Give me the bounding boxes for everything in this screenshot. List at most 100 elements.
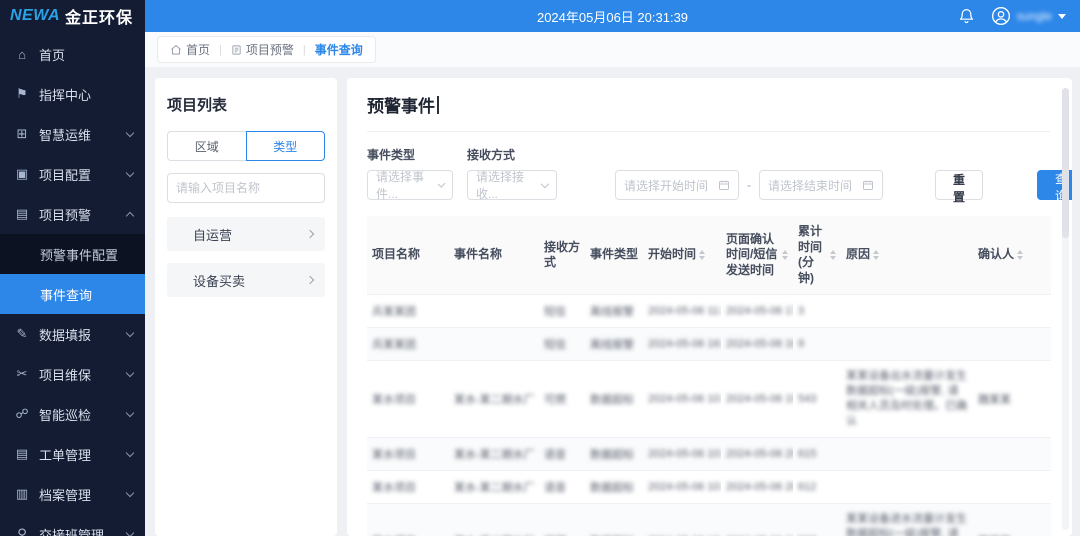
table-row-3: 某水项目某水-某二期水厂可燃数据超标2024-05-06 10:172024-0… <box>367 361 1051 437</box>
redacted-text: 3 <box>798 305 804 317</box>
cell-project: 兵某某团 <box>367 295 449 328</box>
redacted-text: 某某设备出水流量计发生数据超标(一级)报警, 请相关人员及时处理。已确认 <box>846 370 967 427</box>
sidebar-item-2[interactable]: ⚑指挥中心 <box>0 74 145 114</box>
bell-icon[interactable] <box>958 7 975 25</box>
range-separator: - <box>747 178 751 192</box>
column-label: 开始时间 <box>648 247 696 263</box>
tree-item-label: 自运营 <box>193 225 307 244</box>
cell-confirmer <box>973 437 1051 470</box>
sort-icon[interactable] <box>1017 250 1023 260</box>
redacted-text: 离线报警 <box>590 306 634 318</box>
patrol-icon: ☍ <box>14 406 30 422</box>
sidebar-item-label: 智能巡检 <box>39 405 118 424</box>
end-time-placeholder: 请选择结束时间 <box>768 177 852 194</box>
sidebar-item-10[interactable]: ▥档案管理 <box>0 474 145 514</box>
sort-icon[interactable] <box>699 250 705 260</box>
receive-method-select[interactable]: 请选择接收... <box>467 170 557 200</box>
scrollbar-thumb[interactable] <box>1062 88 1069 238</box>
column-label: 事件类型 <box>590 247 638 263</box>
column-label: 累计时间(分钟) <box>798 224 827 286</box>
cell-confirmer <box>973 328 1051 361</box>
sidebar-subitem[interactable]: 预警事件配置 <box>0 234 145 274</box>
cell-minutes: 612 <box>793 470 841 503</box>
column-header-确认人[interactable]: 确认人 <box>973 216 1051 295</box>
redacted-text: 543 <box>798 393 816 405</box>
cell-reason <box>841 295 973 328</box>
cell-reason <box>841 328 973 361</box>
cell-start-time: 2024-05-06 16:22 <box>643 328 721 361</box>
home-icon: ⌂ <box>14 47 30 62</box>
user-menu[interactable]: sungle <box>991 6 1066 26</box>
redacted-text: 语音 <box>544 482 566 494</box>
tree-item-自运营[interactable]: 自运营 <box>167 217 325 251</box>
cell-type: 数据超标 <box>585 470 643 503</box>
datetime-display: 2024年05月06日 20:31:39 <box>537 7 688 26</box>
event-type-select[interactable]: 请选择事件... <box>367 170 453 200</box>
tree-item-设备买卖[interactable]: 设备买卖 <box>167 263 325 297</box>
column-header-事件名称: 事件名称 <box>449 216 539 295</box>
end-time-picker[interactable]: 请选择结束时间 <box>759 170 883 200</box>
sidebar-item-label: 项目配置 <box>39 165 118 184</box>
column-header-开始时间[interactable]: 开始时间 <box>643 216 721 295</box>
chevron-right-icon <box>306 230 314 238</box>
sort-asc-icon <box>873 250 879 254</box>
monitor-icon: ▣ <box>14 166 30 182</box>
sidebar-item-3[interactable]: ⊞智慧运维 <box>0 114 145 154</box>
column-header-累计时间(分钟)[interactable]: 累计时间(分钟) <box>793 216 841 295</box>
sidebar-item-5[interactable]: ▤项目预警 <box>0 194 145 234</box>
layout: ⌂首页⚑指挥中心⊞智慧运维▣项目配置▤项目预警预警事件配置事件查询✎数据填报✂项… <box>0 32 1080 536</box>
logo-company-name: 金正环保 <box>65 4 133 28</box>
sidebar-item-11[interactable]: ⚲交接班管理 <box>0 514 145 536</box>
cell-type: 离线报警 <box>585 295 643 328</box>
cell-project: 某水项目 <box>367 470 449 503</box>
redacted-text: 2024-05-06 10:12 <box>648 481 721 493</box>
redacted-text: 9 <box>798 338 804 350</box>
username-text: sungle <box>1017 9 1052 23</box>
redacted-text: 2024-05-06 20:22 <box>726 481 793 493</box>
avatar-icon <box>991 6 1011 26</box>
app: NEWA 金正环保 2024年05月06日 20:31:39 <box>0 0 1080 536</box>
sidebar-item-7[interactable]: ✂项目维保 <box>0 354 145 394</box>
panel-title-row: 预警事件 <box>367 92 1050 132</box>
sidebar-item-label: 首页 <box>39 45 133 64</box>
reset-button[interactable]: 重置 <box>935 170 983 200</box>
alert-doc-icon: ▤ <box>14 206 30 222</box>
cell-start-time: 2024-05-06 10:11 <box>643 503 721 536</box>
sidebar-item-6[interactable]: ✎数据填报 <box>0 314 145 354</box>
sort-icon[interactable] <box>873 250 879 260</box>
topbar: NEWA 金正环保 2024年05月06日 20:31:39 <box>0 0 1080 32</box>
sidebar-item-1[interactable]: ⌂ 首页 <box>0 34 145 74</box>
sort-icon[interactable] <box>782 250 788 260</box>
redacted-text: 某某设备进水流量计发生数据超标(一级)报警, 请相关人员及时处理。(仪表), 已… <box>846 513 967 536</box>
breadcrumb-label: 项目预警 <box>246 41 294 58</box>
project-search-input[interactable] <box>167 173 325 203</box>
archive-icon: ▥ <box>14 486 30 502</box>
column-label: 原因 <box>846 247 870 263</box>
receive-method-placeholder: 请选择接收... <box>476 168 542 202</box>
redacted-text: 短信 <box>544 339 566 351</box>
column-header-原因[interactable]: 原因 <box>841 216 973 295</box>
cell-minutes: 3 <box>793 295 841 328</box>
cell-minutes: 543 <box>793 361 841 437</box>
sort-icon[interactable] <box>830 250 836 260</box>
breadcrumb-item-1[interactable]: 首页 <box>170 41 210 58</box>
tab-区域[interactable]: 区域 <box>167 131 246 161</box>
cell-minutes: 615 <box>793 437 841 470</box>
tab-类型[interactable]: 类型 <box>246 131 326 161</box>
breadcrumb-item-2[interactable]: 项目预警 <box>231 41 294 58</box>
cell-type: 数据超标 <box>585 361 643 437</box>
cell-minutes: 587 <box>793 503 841 536</box>
column-label: 接收方式 <box>544 240 580 271</box>
sidebar-subitem[interactable]: 事件查询 <box>0 274 145 314</box>
breadcrumb-item-3: 事件查询 <box>315 41 363 58</box>
redacted-text: 2024-05-06 10:17 <box>648 393 721 405</box>
redacted-text: 2024-05-06 19:20 <box>726 393 793 405</box>
sidebar-item-9[interactable]: ▤工单管理 <box>0 434 145 474</box>
cell-event: 某水-某二期水厂 <box>449 503 539 536</box>
event-type-label: 事件类型 <box>367 146 453 163</box>
start-time-picker[interactable]: 请选择开始时间 <box>615 170 739 200</box>
sidebar-item-8[interactable]: ☍ 智能巡检 <box>0 394 145 434</box>
sidebar-item-4[interactable]: ▣ 项目配置 <box>0 154 145 194</box>
sidebar: ⌂ 首页 ⚑指挥中心⊞智慧运维 ▣ 项目配置 ▤项目预警预警事件配置事件查询✎数据填报✂项… <box>0 32 145 536</box>
column-header-页面确认时间/短信发送时间[interactable]: 页面确认时间/短信发送时间 <box>721 216 793 295</box>
